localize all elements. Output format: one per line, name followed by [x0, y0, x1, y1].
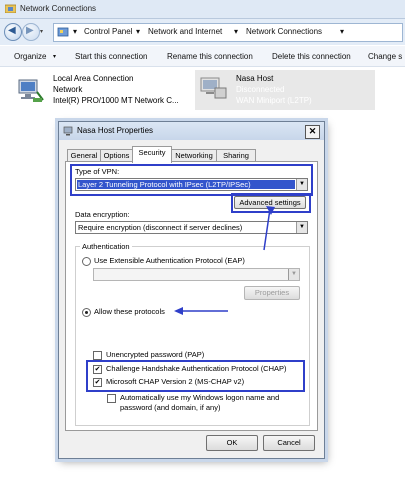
- connection-device: WAN Miniport (L2TP): [236, 96, 312, 105]
- ok-button[interactable]: OK: [206, 435, 258, 451]
- command-bar: Organize ▾ Start this connection Rename …: [0, 46, 405, 67]
- address-box[interactable]: ▾ Control Panel ▾ Network and Internet ▾…: [53, 23, 403, 42]
- cancel-button[interactable]: Cancel: [263, 435, 315, 451]
- organize-chevron-icon[interactable]: ▾: [53, 53, 56, 60]
- vpn-small-icon: [63, 126, 73, 136]
- network-adapter-icon: [15, 78, 45, 104]
- window-titlebar: Network Connections: [0, 0, 405, 19]
- window-title: Network Connections: [20, 4, 97, 13]
- change-settings-button[interactable]: Change s: [368, 52, 402, 61]
- control-panel-icon: [57, 26, 69, 38]
- breadcrumb-separator-icon[interactable]: ▾: [136, 27, 140, 36]
- close-button[interactable]: ✕: [305, 125, 320, 139]
- vpn-connection-icon: [199, 76, 229, 102]
- recent-pages-chevron-icon[interactable]: ▾: [40, 28, 43, 35]
- connection-device: Intel(R) PRO/1000 MT Network C...: [53, 96, 179, 105]
- properties-dialog: Nasa Host Properties ✕ General Options S…: [58, 121, 325, 459]
- breadcrumb-separator-icon[interactable]: ▾: [340, 27, 344, 36]
- back-arrow-icon: ◀: [8, 25, 16, 36]
- organize-menu[interactable]: Organize: [14, 52, 46, 61]
- network-folder-icon: [4, 4, 17, 14]
- connection-status: Network: [53, 85, 83, 94]
- rename-connection-button[interactable]: Rename this connection: [167, 52, 253, 61]
- breadcrumb-separator-icon[interactable]: ▾: [234, 27, 238, 36]
- dialog-title: Nasa Host Properties: [77, 126, 154, 135]
- close-icon: ✕: [308, 126, 317, 136]
- delete-connection-button[interactable]: Delete this connection: [272, 52, 351, 61]
- breadcrumb-control-panel[interactable]: Control Panel: [84, 27, 132, 36]
- connection-status: Disconnected: [236, 85, 285, 94]
- security-panel: Type of VPN: Layer 2 Tunneling Protocol …: [65, 161, 318, 431]
- breadcrumb-network-internet[interactable]: Network and Internet: [148, 27, 222, 36]
- breadcrumb-network-connections[interactable]: Network Connections: [246, 27, 322, 36]
- start-connection-button[interactable]: Start this connection: [75, 52, 147, 61]
- connection-name: Local Area Connection: [53, 74, 134, 83]
- back-button[interactable]: ◀: [4, 23, 22, 41]
- annotation-arrows: [174, 206, 275, 315]
- list-item[interactable]: Nasa Host Disconnected WAN Miniport (L2T…: [195, 70, 375, 110]
- connection-name: Nasa Host: [236, 74, 274, 83]
- list-item[interactable]: Local Area Connection Network Intel(R) P…: [15, 74, 205, 110]
- dialog-titlebar: Nasa Host Properties ✕: [59, 122, 324, 140]
- breadcrumb-arrow-icon[interactable]: ▾: [73, 27, 77, 36]
- forward-button[interactable]: ▶: [22, 23, 40, 41]
- tab-security[interactable]: Security: [132, 146, 172, 163]
- forward-arrow-icon: ▶: [26, 25, 34, 36]
